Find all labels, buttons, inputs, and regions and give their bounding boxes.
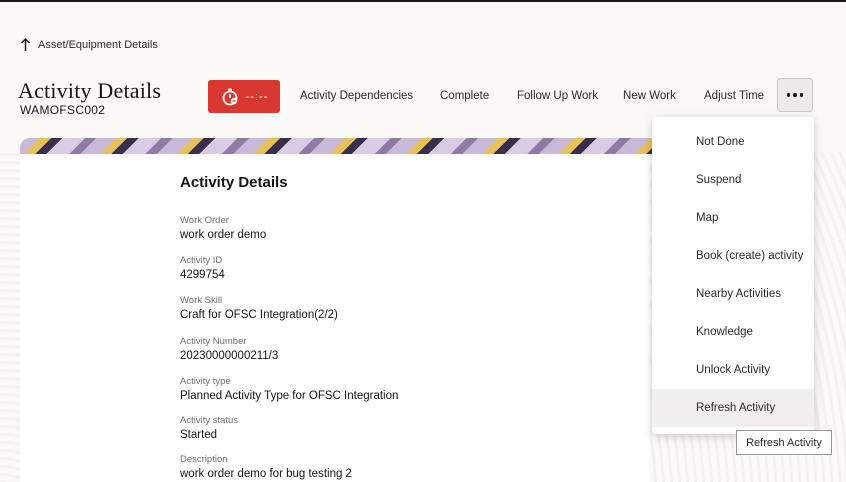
decorative-band xyxy=(20,138,660,154)
field-label: Activity type xyxy=(180,376,231,387)
more-actions-menu: Not Done Suspend Map Book (create) activ… xyxy=(652,117,814,434)
card-title: Activity Details xyxy=(180,174,288,191)
adjust-time-button[interactable]: Adjust Time xyxy=(704,90,764,102)
follow-up-work-button[interactable]: Follow Up Work xyxy=(517,90,598,102)
field-work-order: Work Order work order demo xyxy=(180,215,266,241)
menu-item-unlock-activity[interactable]: Unlock Activity xyxy=(652,351,814,389)
field-value: Craft for OFSC Integration(2/2) xyxy=(180,309,338,321)
complete-button[interactable]: Complete xyxy=(440,90,489,102)
back-link-label: Asset/Equipment Details xyxy=(38,39,158,51)
field-value: Started xyxy=(180,429,218,441)
field-label: Activity status xyxy=(180,415,239,426)
field-label: Activity ID xyxy=(180,255,223,266)
top-border xyxy=(0,0,846,2)
more-horizontal-icon xyxy=(786,93,791,97)
menu-item-book-activity[interactable]: Book (create) activity xyxy=(652,237,814,275)
field-label: Work Order xyxy=(180,215,229,226)
field-label: Description xyxy=(180,454,228,465)
field-value: 4299754 xyxy=(180,269,225,281)
menu-item-knowledge[interactable]: Knowledge xyxy=(652,313,814,351)
field-value: 20230000000211/3 xyxy=(180,350,279,362)
menu-item-not-done[interactable]: Not Done xyxy=(652,123,814,161)
field-activity-id: Activity ID 4299754 xyxy=(180,255,225,281)
field-activity-status: Activity status Started xyxy=(180,415,238,441)
tooltip: Refresh Activity xyxy=(736,430,832,455)
field-description: Description work order demo for bug test… xyxy=(180,454,352,480)
menu-item-suspend[interactable]: Suspend xyxy=(652,161,814,199)
page-subtitle: WAMOFSC002 xyxy=(20,103,106,117)
menu-item-map[interactable]: Map xyxy=(652,199,814,237)
menu-item-nearby-activities[interactable]: Nearby Activities xyxy=(652,275,814,313)
timer-button[interactable]: --:-- xyxy=(208,80,280,113)
more-actions-button[interactable] xyxy=(777,78,813,112)
activity-dependencies-button[interactable]: Activity Dependencies xyxy=(300,90,413,102)
field-value: work order demo xyxy=(180,229,267,241)
page-title: Activity Details xyxy=(18,78,162,103)
field-label: Activity Number xyxy=(180,336,247,347)
menu-item-refresh-activity[interactable]: Refresh Activity xyxy=(652,389,814,427)
timer-icon xyxy=(222,88,238,105)
timer-label: --:-- xyxy=(245,90,269,103)
back-link[interactable]: Asset/Equipment Details xyxy=(20,38,158,52)
field-activity-number: Activity Number 20230000000211/3 xyxy=(180,336,278,362)
arrow-up-icon xyxy=(21,38,30,51)
field-work-skill: Work Skill Craft for OFSC Integration(2/… xyxy=(180,295,338,321)
new-work-button[interactable]: New Work xyxy=(623,90,676,102)
field-activity-type: Activity type Planned Activity Type for … xyxy=(180,376,398,402)
field-label: Work Skill xyxy=(180,295,223,306)
field-value: work order demo for bug testing 2 xyxy=(180,468,352,480)
field-value: Planned Activity Type for OFSC Integrati… xyxy=(180,390,399,402)
activity-details-card: Activity Details Work Order work order d… xyxy=(20,154,650,482)
